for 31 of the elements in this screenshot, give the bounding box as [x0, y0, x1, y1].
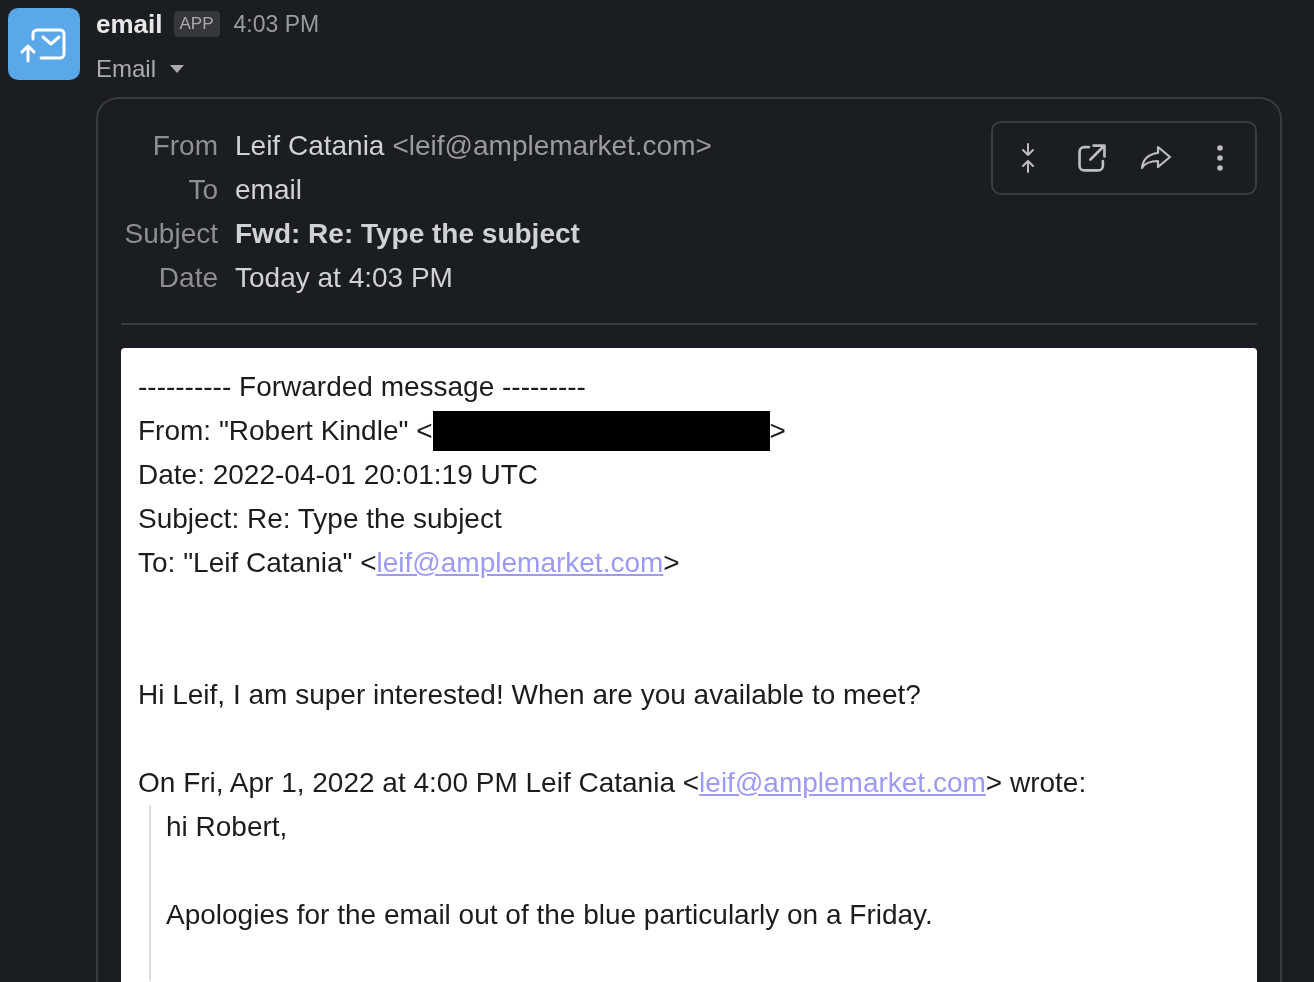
header-value: Leif Catania	[235, 129, 385, 163]
header-label: Date	[157, 261, 218, 295]
body-line: Apologies for the email out of the blue particularly on a Friday.	[166, 898, 933, 932]
subject-value: Fwd: Re: Type the subject	[235, 217, 580, 251]
body-line: Date: 2022-04-01 20:01:19 UTC	[138, 458, 539, 492]
header-label: From	[151, 129, 218, 163]
body-line: On Fri, Apr 1, 2022 at 4:00 PM Leif Catania <leif@amplemarket.com> wrote:	[138, 766, 1087, 800]
envelope-logo-icon	[8, 8, 80, 80]
caret-icon	[170, 65, 184, 73]
more-icon	[1217, 145, 1223, 171]
header-value: Today at 4:03 PM	[235, 261, 453, 295]
body-line: To: "Leif Catania" <leif@amplemarket.com>	[138, 546, 680, 580]
channel-dropdown[interactable]: Email	[96, 51, 184, 87]
body-line: From: "Robert Kindle" <	[138, 414, 433, 448]
header-value: email	[235, 173, 302, 207]
app-name: email	[96, 8, 163, 40]
message-time: 4:03 PM	[233, 9, 320, 39]
body-line: Hi Leif, I am super interested! When are you available to meet?	[138, 678, 921, 712]
header-label: Subject	[123, 217, 218, 251]
body-line: Subject: Re: Type the subject	[138, 502, 502, 536]
body-line: >	[769, 414, 786, 448]
email-link[interactable]: leif@amplemarket.com	[376, 547, 664, 578]
external-link-icon	[1078, 144, 1106, 172]
sender-address: <leif@amplemarket.com>	[392, 129, 712, 163]
body-line: ---------- Forwarded message ---------	[138, 370, 586, 404]
app-badge: APP	[173, 11, 220, 37]
forward-arrow-icon	[1140, 145, 1172, 171]
header-label: To	[187, 173, 218, 207]
body-line: hi Robert,	[166, 810, 288, 844]
collapse-arrows-icon	[1020, 142, 1036, 174]
email-link[interactable]: leif@amplemarket.com	[699, 767, 986, 798]
